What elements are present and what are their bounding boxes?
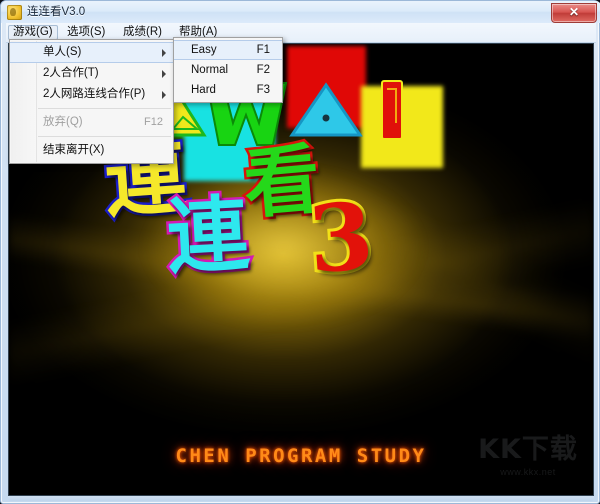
menu-item-network-coop[interactable]: 2人网路连线合作(P) — [10, 84, 173, 105]
cjk-char-lian-2: 連 — [162, 184, 254, 288]
menu-scores[interactable]: 成绩(R) — [118, 25, 167, 40]
menu-item-exit[interactable]: 结束离开(X) — [10, 140, 173, 161]
difficulty-submenu: Easy F1 Normal F2 Hard F3 — [173, 37, 283, 103]
menu-separator — [38, 136, 171, 137]
menu-item-label: 2人网路连线合作(P) — [43, 88, 146, 100]
menu-item-give-up: 放弃(Q) F12 — [10, 112, 173, 133]
submenu-arrow-icon — [162, 90, 166, 99]
submenu-arrow-icon — [162, 48, 166, 57]
menu-item-single-player[interactable]: 单人(S) — [10, 42, 173, 63]
app-window: 连连看V3.0 ✕ 游戏(G) 选项(S) 成绩(R) 帮助(A) 連 連 看 … — [0, 0, 600, 504]
game-dropdown-menu: 单人(S) 2人合作(T) 2人网路连线合作(P) 放弃(Q) F12 结束离开… — [9, 39, 174, 164]
close-button[interactable]: ✕ — [551, 3, 597, 23]
submenu-item-label: Normal — [191, 64, 229, 76]
submenu-item-accelerator: F1 — [256, 44, 270, 56]
version-number-3: 3 — [302, 179, 379, 297]
credit-text: CHEN PROGRAM STUDY — [175, 445, 427, 467]
submenu-item-normal[interactable]: Normal F2 — [174, 60, 282, 80]
menu-game[interactable]: 游戏(G) — [8, 25, 58, 40]
close-icon: ✕ — [568, 5, 580, 19]
submenu-item-accelerator: F3 — [256, 84, 270, 96]
app-icon — [7, 5, 22, 20]
submenu-item-accelerator: F2 — [256, 64, 270, 76]
menu-item-accelerator: F12 — [144, 116, 163, 128]
submenu-item-label: Easy — [191, 44, 217, 56]
menu-item-two-player-coop[interactable]: 2人合作(T) — [10, 63, 173, 84]
window-title: 连连看V3.0 — [27, 6, 86, 18]
letter-i-glyph — [381, 80, 403, 140]
submenu-item-hard[interactable]: Hard F3 — [174, 80, 282, 100]
menu-options[interactable]: 选项(S) — [62, 25, 110, 40]
submenu-arrow-icon — [162, 69, 166, 78]
window-bottom-strip — [8, 496, 594, 501]
letter-a-glyph-2 — [289, 82, 363, 137]
title-bar: 连连看V3.0 ✕ — [1, 1, 600, 23]
menu-item-label: 放弃(Q) — [43, 116, 83, 128]
menu-separator — [38, 108, 171, 109]
menu-item-label: 2人合作(T) — [43, 67, 99, 79]
menu-item-label: 结束离开(X) — [43, 144, 105, 156]
menu-item-label: 单人(S) — [43, 46, 82, 58]
submenu-item-label: Hard — [191, 84, 216, 96]
submenu-item-easy[interactable]: Easy F1 — [174, 40, 282, 60]
